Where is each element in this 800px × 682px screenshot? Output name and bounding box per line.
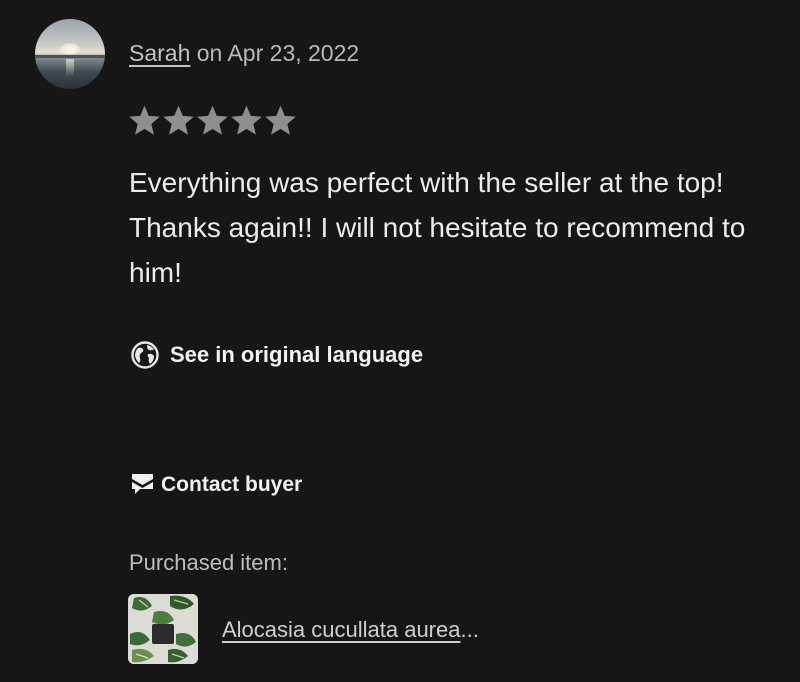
- globe-icon: [131, 341, 159, 369]
- review-date: on Apr 23, 2022: [196, 40, 360, 66]
- purchased-item-title: Alocasia cucullata aurea: [222, 617, 461, 642]
- star-icon: [197, 105, 228, 135]
- star-icon: [129, 105, 160, 135]
- reviewer-line: Sarah on Apr 23, 2022: [129, 40, 359, 67]
- star-icon: [265, 105, 296, 135]
- purchased-item-ellipsis: ...: [460, 617, 479, 642]
- see-original-language-label: See in original language: [170, 342, 424, 367]
- avatar-reflection: [66, 59, 74, 77]
- contact-buyer-button[interactable]: Contact buyer: [130, 472, 302, 497]
- star-icon: [163, 105, 194, 135]
- reviewer-name-link[interactable]: Sarah: [129, 40, 190, 66]
- see-original-language-button[interactable]: See in original language: [130, 340, 423, 370]
- envelope-icon: [132, 474, 153, 494]
- reviewer-avatar[interactable]: [35, 19, 105, 89]
- avatar-sun: [60, 43, 80, 55]
- review-text: Everything was perfect with the seller a…: [129, 167, 746, 288]
- plant-photo: [128, 594, 198, 664]
- purchased-item-thumbnail[interactable]: [128, 594, 198, 664]
- contact-buyer-label: Contact buyer: [161, 472, 303, 496]
- star-icon: [231, 105, 262, 135]
- star-rating: [128, 105, 297, 137]
- purchased-item-heading: Purchased item:: [129, 550, 288, 575]
- avatar-horizon: [35, 55, 105, 58]
- purchased-item-link[interactable]: Alocasia cucullata aurea...: [222, 617, 479, 643]
